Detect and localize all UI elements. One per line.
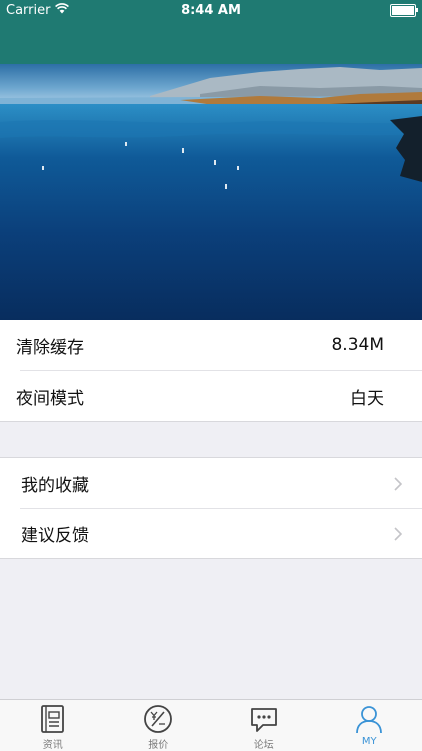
tab-price-label: 报价 xyxy=(148,736,168,751)
feedback-label: 建议反馈 xyxy=(21,521,89,546)
tab-forum[interactable]: 论坛 xyxy=(211,700,317,751)
battery-icon xyxy=(390,4,416,17)
night-mode-row[interactable]: 夜间模式 白天 xyxy=(0,371,422,421)
tab-news[interactable]: 资讯 xyxy=(0,700,106,751)
favorites-row[interactable]: 我的收藏 xyxy=(0,458,422,508)
cache-size-value: 8.34M xyxy=(331,335,384,355)
favorites-label: 我的收藏 xyxy=(21,471,89,496)
status-bar: Carrier 8:44 AM xyxy=(0,0,422,20)
night-mode-label: 夜间模式 xyxy=(16,384,84,409)
clear-cache-row[interactable]: 清除缓存 8.34M xyxy=(0,320,422,370)
chevron-right-icon xyxy=(394,526,402,545)
menu-group: 我的收藏 建议反馈 xyxy=(0,457,422,559)
night-mode-value: 白天 xyxy=(350,384,384,409)
tab-price[interactable]: 报价 xyxy=(106,700,212,751)
feedback-row[interactable]: 建议反馈 xyxy=(0,508,422,558)
settings-group: 清除缓存 8.34M 夜间模式 白天 xyxy=(0,320,422,422)
news-icon xyxy=(37,703,69,735)
tab-news-label: 资讯 xyxy=(43,736,63,751)
forum-icon xyxy=(248,703,280,735)
tab-my-label: MY xyxy=(362,736,377,747)
profile-icon xyxy=(353,703,385,735)
chevron-right-icon xyxy=(394,476,402,495)
tab-my[interactable]: MY xyxy=(317,700,422,751)
tab-bar: 资讯 报价 论坛 MY xyxy=(0,699,422,751)
tab-forum-label: 论坛 xyxy=(254,736,274,751)
price-icon xyxy=(142,703,174,735)
status-time: 8:44 AM xyxy=(0,3,422,18)
header-image xyxy=(0,64,422,320)
clear-cache-label: 清除缓存 xyxy=(16,333,84,358)
